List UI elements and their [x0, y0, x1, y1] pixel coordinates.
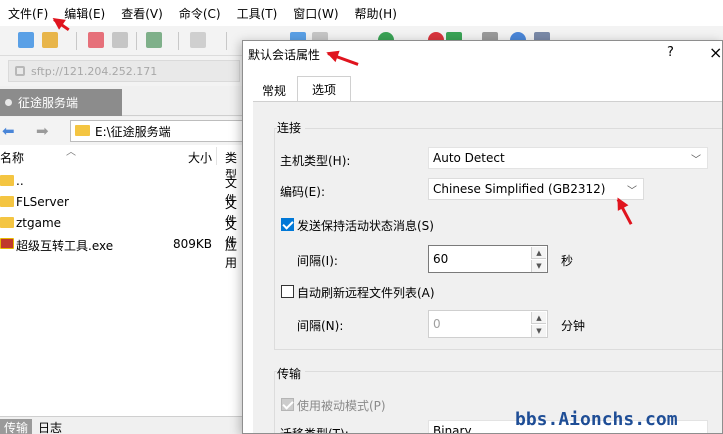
stepper-down-icon[interactable]: ▼	[531, 260, 546, 272]
sort-ascending-icon: ︿	[66, 147, 76, 158]
interval-label: 间隔(I):	[297, 254, 338, 268]
tab-log[interactable]: 日志	[38, 419, 62, 434]
host-type-select[interactable]: Auto Detect ﹀	[428, 147, 708, 169]
file-name: ztgame	[16, 216, 62, 230]
file-name: 超级互转工具.exe	[16, 239, 114, 253]
encoding-value: Chinese Simplified (GB2312)	[433, 182, 606, 196]
new-session-icon[interactable]	[18, 32, 34, 48]
file-size: 809KB	[172, 237, 212, 251]
back-arrow-icon[interactable]: ⬅	[2, 122, 15, 140]
refresh-interval-stepper[interactable]: 0 ▲ ▼	[428, 310, 548, 338]
stepper-up-icon[interactable]: ▲	[531, 247, 546, 259]
path-text: E:\征途服务端	[95, 124, 171, 139]
refresh-interval-unit: 分钟	[561, 319, 586, 333]
transfer-type-label: 迁移类型(T):	[280, 427, 349, 434]
dialog-title: 默认会话属性	[248, 48, 321, 62]
tab-transfer[interactable]: 传输	[0, 419, 33, 434]
file-row[interactable]: 超级互转工具.exe 809KB 应用	[0, 234, 245, 270]
host-type-value: Auto Detect	[433, 151, 505, 165]
menu-bar: 文件(F) 编辑(E) 查看(V) 命令(C) 工具(T) 窗口(W) 帮助(H…	[0, 0, 723, 26]
menu-window[interactable]: 窗口(W)	[293, 5, 338, 22]
nav-bar: ⬅ ➡ E:\征途服务端	[0, 117, 245, 145]
keepalive-checkbox[interactable]	[281, 218, 294, 231]
connection-group-title: 连接	[277, 119, 306, 136]
passive-mode-checkbox[interactable]	[281, 398, 294, 411]
open-folder-icon[interactable]	[42, 32, 58, 48]
file-name: ..	[16, 174, 24, 188]
address-input[interactable]: sftp://121.204.252.171	[8, 60, 240, 82]
refresh-interval-value: 0	[433, 317, 441, 331]
forward-arrow-icon[interactable]: ➡	[36, 122, 49, 140]
bottom-tabstrip: 传输 日志	[0, 416, 245, 434]
stepper-up-icon[interactable]: ▲	[531, 312, 546, 324]
menu-help[interactable]: 帮助(H)	[355, 5, 397, 22]
path-input[interactable]: E:\征途服务端	[70, 120, 245, 142]
lock-icon	[15, 66, 25, 76]
passive-mode-label[interactable]: 使用被动模式(P)	[297, 397, 386, 414]
folder-icon	[0, 217, 14, 228]
menu-file[interactable]: 文件(F)	[8, 5, 48, 22]
folder-icon	[0, 175, 14, 186]
disconnect-icon[interactable]	[88, 32, 104, 48]
column-divider[interactable]	[216, 147, 217, 165]
keepalive-label[interactable]: 发送保持活动状态消息(S)	[297, 217, 434, 234]
menu-view[interactable]: 查看(V)	[121, 5, 163, 22]
executable-icon	[0, 238, 14, 249]
stepper-down-icon[interactable]: ▼	[531, 325, 546, 337]
chevron-down-icon: ﹀	[627, 186, 637, 197]
menu-edit[interactable]: 编辑(E)	[64, 5, 105, 22]
column-header-size[interactable]: 大小	[188, 149, 212, 166]
auto-refresh-checkbox[interactable]	[281, 285, 294, 298]
interval-unit: 秒	[561, 254, 574, 268]
session-tab[interactable]: 征途服务端	[0, 89, 122, 116]
encoding-label: 编码(E):	[280, 185, 325, 199]
menu-tools[interactable]: 工具(T)	[237, 5, 278, 22]
column-header-name[interactable]: 名称	[0, 149, 24, 166]
host-type-label: 主机类型(H):	[280, 154, 351, 168]
folder-icon	[0, 196, 14, 207]
options-panel: 连接 主机类型(H): Auto Detect ﹀ 编码(E): Chinese…	[253, 101, 722, 434]
file-name: FLServer	[16, 195, 69, 209]
close-button[interactable]: ×	[709, 43, 722, 62]
address-bar: sftp://121.204.252.171	[0, 56, 245, 86]
session-properties-dialog: 默认会话属性 ? × 常规 选项 连接 主机类型(H): Auto Detect…	[242, 40, 723, 434]
transfer-group-title: 传输	[277, 365, 306, 382]
settings-icon[interactable]	[146, 32, 162, 48]
auto-refresh-label[interactable]: 自动刷新远程文件列表(A)	[297, 284, 435, 301]
file-row[interactable]: FLServer 文件	[0, 192, 245, 228]
help-button[interactable]: ?	[667, 45, 674, 60]
interval-value: 60	[433, 252, 449, 266]
local-file-list: 名称 ︿ 大小 类型 .. 文件 FLServer 文件 ztgame 文件 超…	[0, 145, 245, 416]
toolbar-separator	[136, 32, 137, 50]
transfer-type-value: Binary	[433, 424, 472, 434]
link-icon[interactable]	[112, 32, 128, 48]
tab-options[interactable]: 选项	[297, 76, 351, 102]
session-tab-label: 征途服务端	[18, 96, 79, 110]
toolbar-separator	[226, 32, 227, 50]
play-icon[interactable]	[190, 32, 206, 48]
refresh-interval-label: 间隔(N):	[297, 319, 344, 333]
tab-general[interactable]: 常规	[253, 78, 295, 102]
watermark-text: bbs.Aionchs.com	[515, 409, 678, 430]
file-row[interactable]: ztgame 文件	[0, 213, 245, 249]
chevron-down-icon: ﹀	[691, 155, 701, 166]
toolbar-separator	[178, 32, 179, 50]
session-tabstrip: 征途服务端	[0, 86, 245, 116]
file-row[interactable]: .. 文件	[0, 171, 245, 207]
folder-icon	[75, 125, 90, 136]
menu-command[interactable]: 命令(C)	[179, 5, 221, 22]
toolbar-separator	[76, 32, 77, 50]
address-url: sftp://121.204.252.171	[31, 64, 158, 78]
session-status-icon	[5, 99, 12, 106]
encoding-select[interactable]: Chinese Simplified (GB2312) ﹀	[428, 178, 644, 200]
interval-stepper[interactable]: 60 ▲ ▼	[428, 245, 548, 273]
